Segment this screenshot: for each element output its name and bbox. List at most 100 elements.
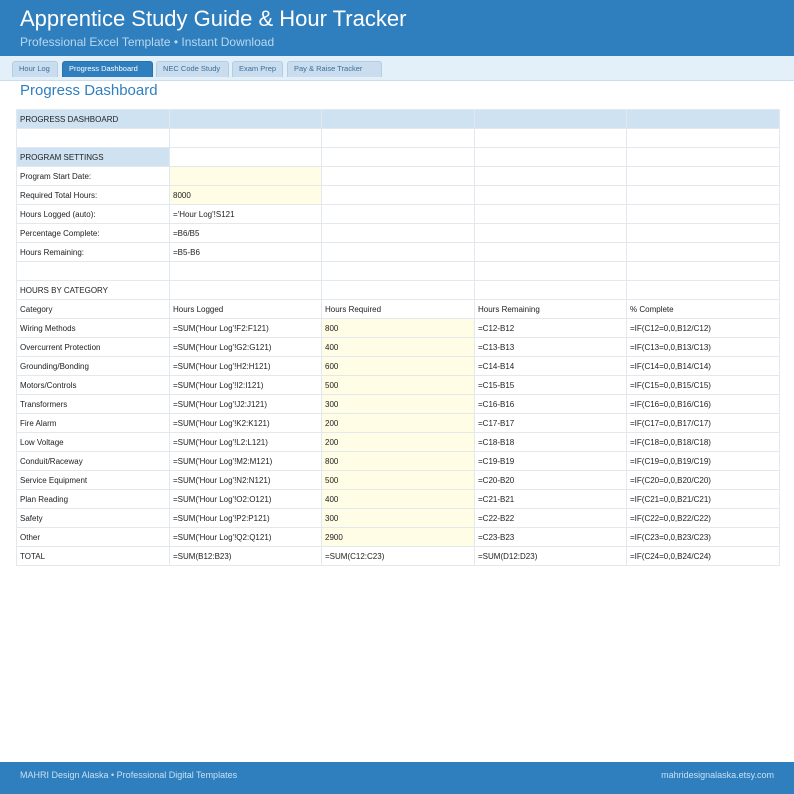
percent-complete[interactable]: =IF(C23=0,0,B23/C23)	[626, 527, 780, 547]
hours-logged[interactable]: =SUM('Hour Log'!O2:O121)	[169, 489, 322, 509]
setting-label[interactable]: Hours Logged (auto):	[16, 204, 170, 224]
total-label[interactable]: TOTAL	[16, 546, 170, 566]
tab-exam-prep[interactable]: Exam Prep	[232, 61, 283, 77]
hours-logged[interactable]: =SUM('Hour Log'!G2:G121)	[169, 337, 322, 357]
cell[interactable]	[626, 166, 780, 186]
cell[interactable]	[321, 185, 475, 205]
cell[interactable]	[474, 185, 627, 205]
percent-complete[interactable]: =IF(C22=0,0,B22/C22)	[626, 508, 780, 528]
cell[interactable]	[16, 128, 170, 148]
cell[interactable]	[169, 147, 322, 167]
hours-required[interactable]: 400	[321, 489, 475, 509]
cell[interactable]	[626, 147, 780, 167]
percent-complete[interactable]: =IF(C17=0,0,B17/C17)	[626, 413, 780, 433]
hours-remaining[interactable]: =C21-B21	[474, 489, 627, 509]
total-required[interactable]: =SUM(C12:C23)	[321, 546, 475, 566]
hours-remaining[interactable]: =C20-B20	[474, 470, 627, 490]
cell[interactable]	[474, 223, 627, 243]
hours-logged[interactable]: =SUM('Hour Log'!Q2:Q121)	[169, 527, 322, 547]
hours-logged[interactable]: =SUM('Hour Log'!H2:H121)	[169, 356, 322, 376]
hours-logged[interactable]: =SUM('Hour Log'!M2:M121)	[169, 451, 322, 471]
tab-pay-raise-tracker[interactable]: Pay & Raise Tracker	[287, 61, 382, 77]
hours-remaining[interactable]: =C15-B15	[474, 375, 627, 395]
hours-required[interactable]: 300	[321, 508, 475, 528]
setting-label[interactable]: Hours Remaining:	[16, 242, 170, 262]
cell[interactable]	[321, 280, 475, 300]
hours-required[interactable]: 200	[321, 432, 475, 452]
category-name[interactable]: Wiring Methods	[16, 318, 170, 338]
percent-complete[interactable]: =IF(C18=0,0,B18/C18)	[626, 432, 780, 452]
category-name[interactable]: Conduit/Raceway	[16, 451, 170, 471]
cell[interactable]	[321, 128, 475, 148]
hours-required[interactable]: 800	[321, 318, 475, 338]
cell[interactable]	[474, 280, 627, 300]
category-name[interactable]: Grounding/Bonding	[16, 356, 170, 376]
percent-complete[interactable]: =IF(C16=0,0,B16/C16)	[626, 394, 780, 414]
hours-required[interactable]: 600	[321, 356, 475, 376]
cell[interactable]	[626, 242, 780, 262]
cell[interactable]	[626, 280, 780, 300]
total-percent[interactable]: =IF(C24=0,0,B24/C24)	[626, 546, 780, 566]
cell[interactable]	[474, 147, 627, 167]
hours-required[interactable]: 300	[321, 394, 475, 414]
category-name[interactable]: Service Equipment	[16, 470, 170, 490]
column-header[interactable]: Hours Remaining	[474, 299, 627, 319]
hours-required[interactable]: 500	[321, 375, 475, 395]
hours-remaining[interactable]: =C16-B16	[474, 394, 627, 414]
start-date-input[interactable]	[169, 166, 322, 186]
cell[interactable]	[321, 261, 475, 281]
cell[interactable]	[321, 109, 475, 129]
category-name[interactable]: Low Voltage	[16, 432, 170, 452]
percent-complete[interactable]: =IF(C14=0,0,B14/C14)	[626, 356, 780, 376]
hours-logged[interactable]: =SUM('Hour Log'!F2:F121)	[169, 318, 322, 338]
category-name[interactable]: Transformers	[16, 394, 170, 414]
column-header[interactable]: Category	[16, 299, 170, 319]
cell[interactable]	[321, 242, 475, 262]
hours-remaining[interactable]: =C18-B18	[474, 432, 627, 452]
column-header[interactable]: Hours Required	[321, 299, 475, 319]
cell[interactable]	[169, 261, 322, 281]
hours-remaining[interactable]: =C23-B23	[474, 527, 627, 547]
cell[interactable]	[321, 223, 475, 243]
hours-logged[interactable]: =SUM('Hour Log'!P2:P121)	[169, 508, 322, 528]
cell[interactable]	[626, 204, 780, 224]
hours-required[interactable]: 800	[321, 451, 475, 471]
category-name[interactable]: Motors/Controls	[16, 375, 170, 395]
cell[interactable]	[474, 128, 627, 148]
category-name[interactable]: Fire Alarm	[16, 413, 170, 433]
cell[interactable]	[169, 128, 322, 148]
footer-link[interactable]: mahridesignalaska.etsy.com	[661, 770, 774, 780]
cell[interactable]	[626, 261, 780, 281]
section-title[interactable]: PROGRESS DASHBOARD	[16, 109, 170, 129]
percent-complete[interactable]: =IF(C15=0,0,B15/C15)	[626, 375, 780, 395]
cell[interactable]	[626, 185, 780, 205]
cell[interactable]	[16, 261, 170, 281]
hours-logged[interactable]: =SUM('Hour Log'!I2:I121)	[169, 375, 322, 395]
column-header[interactable]: Hours Logged	[169, 299, 322, 319]
setting-label[interactable]: Program Start Date:	[16, 166, 170, 186]
cell[interactable]	[626, 109, 780, 129]
tab-hour-log[interactable]: Hour Log	[12, 61, 58, 77]
required-hours-input[interactable]: 8000	[169, 185, 322, 205]
cell[interactable]	[474, 109, 627, 129]
category-name[interactable]: Overcurrent Protection	[16, 337, 170, 357]
cell[interactable]	[169, 109, 322, 129]
hours-remaining[interactable]: =C14-B14	[474, 356, 627, 376]
hours-remaining[interactable]: =C19-B19	[474, 451, 627, 471]
cell[interactable]	[474, 166, 627, 186]
percent-complete[interactable]: =IF(C12=0,0,B12/C12)	[626, 318, 780, 338]
column-header[interactable]: % Complete	[626, 299, 780, 319]
hours-remaining[interactable]: =C17-B17	[474, 413, 627, 433]
hours-logged[interactable]: =SUM('Hour Log'!K2:K121)	[169, 413, 322, 433]
setting-value[interactable]: =B6/B5	[169, 223, 322, 243]
settings-title[interactable]: PROGRAM SETTINGS	[16, 147, 170, 167]
category-name[interactable]: Plan Reading	[16, 489, 170, 509]
cell[interactable]	[321, 204, 475, 224]
hours-required[interactable]: 200	[321, 413, 475, 433]
hours-remaining[interactable]: =C12-B12	[474, 318, 627, 338]
hours-required[interactable]: 2900	[321, 527, 475, 547]
hours-logged[interactable]: =SUM('Hour Log'!J2:J121)	[169, 394, 322, 414]
hours-remaining[interactable]: =C22-B22	[474, 508, 627, 528]
setting-label[interactable]: Percentage Complete:	[16, 223, 170, 243]
category-name[interactable]: Other	[16, 527, 170, 547]
